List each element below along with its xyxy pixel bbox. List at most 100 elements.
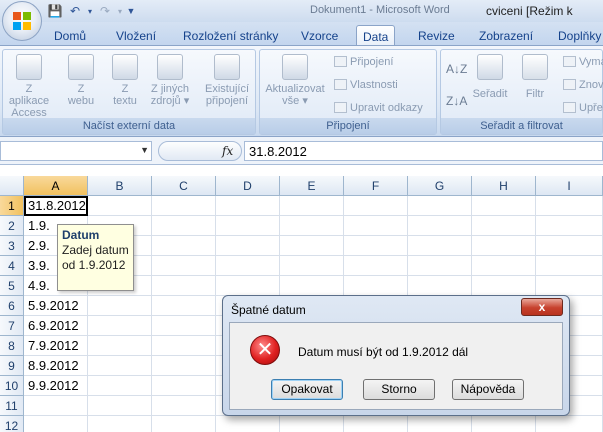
tab-addins[interactable]: Doplňky <box>552 25 603 46</box>
cell-c3[interactable] <box>152 236 216 256</box>
cell-g3[interactable] <box>408 236 472 256</box>
cell-g2[interactable] <box>408 216 472 236</box>
dialog-close-button[interactable]: x <box>521 298 563 316</box>
row-header-3[interactable]: 3 <box>0 236 24 256</box>
cell-e4[interactable] <box>280 256 344 276</box>
connections-button[interactable]: Připojení <box>334 56 393 68</box>
cell-g4[interactable] <box>408 256 472 276</box>
save-icon[interactable]: 💾 <box>46 2 64 20</box>
cell-b6[interactable] <box>88 296 152 316</box>
row-header-7[interactable]: 7 <box>0 316 24 336</box>
row-header-10[interactable]: 10 <box>0 376 24 396</box>
name-box[interactable]: ▼ <box>0 141 152 161</box>
cell-g5[interactable] <box>408 276 472 296</box>
sort-az-icon[interactable]: A↓Z <box>446 62 467 76</box>
row-header-1[interactable]: 1 <box>0 196 24 216</box>
cell-h3[interactable] <box>472 236 536 256</box>
cell-b9[interactable] <box>88 356 152 376</box>
cell-d3[interactable] <box>216 236 280 256</box>
cell-d2[interactable] <box>216 216 280 236</box>
redo-icon[interactable]: ↷ <box>96 2 114 20</box>
cell-i1[interactable] <box>536 196 603 216</box>
cell-i4[interactable] <box>536 256 603 276</box>
cell-d5[interactable] <box>216 276 280 296</box>
cell-f1[interactable] <box>344 196 408 216</box>
tab-review[interactable]: Revize <box>412 25 461 46</box>
cell-f4[interactable] <box>344 256 408 276</box>
cell-i12[interactable] <box>536 416 603 432</box>
row-header-8[interactable]: 8 <box>0 336 24 356</box>
cell-h1[interactable] <box>472 196 536 216</box>
cell-c2[interactable] <box>152 216 216 236</box>
name-box-dropdown-icon[interactable]: ▼ <box>140 145 149 155</box>
cell-e2[interactable] <box>280 216 344 236</box>
column-header-h[interactable]: H <box>472 176 536 196</box>
cell-i5[interactable] <box>536 276 603 296</box>
cell-a1[interactable]: 31.8.2012 <box>24 196 88 216</box>
row-header-5[interactable]: 5 <box>0 276 24 296</box>
cell-e1[interactable] <box>280 196 344 216</box>
from-web-button[interactable]: Z webu <box>61 54 101 107</box>
cell-f2[interactable] <box>344 216 408 236</box>
cell-d4[interactable] <box>216 256 280 276</box>
cell-h2[interactable] <box>472 216 536 236</box>
cell-g1[interactable] <box>408 196 472 216</box>
formula-input[interactable]: 31.8.2012 <box>244 141 603 161</box>
cell-c11[interactable] <box>152 396 216 416</box>
advanced-button[interactable]: Upře <box>563 102 603 114</box>
customize-qat-icon[interactable]: ▼ <box>126 2 136 20</box>
edit-links-button[interactable]: Upravit odkazy <box>334 102 423 114</box>
cell-c8[interactable] <box>152 336 216 356</box>
cell-i2[interactable] <box>536 216 603 236</box>
cell-h4[interactable] <box>472 256 536 276</box>
column-header-i[interactable]: I <box>536 176 603 196</box>
existing-connections-button[interactable]: Existující připojení <box>201 54 253 107</box>
from-access-button[interactable]: Z aplikace Access <box>5 54 53 119</box>
help-button[interactable]: Nápověda <box>452 379 524 400</box>
cell-a9[interactable]: 8.9.2012 <box>24 356 88 376</box>
cell-c9[interactable] <box>152 356 216 376</box>
cell-a11[interactable] <box>24 396 88 416</box>
from-other-sources-button[interactable]: Z jiných zdrojů ▾ <box>145 54 195 107</box>
redo-dropdown-icon[interactable]: ▾ <box>116 2 124 20</box>
column-header-a[interactable]: A <box>24 176 88 196</box>
tab-insert[interactable]: Vložení <box>110 25 162 46</box>
cell-i3[interactable] <box>536 236 603 256</box>
cell-b10[interactable] <box>88 376 152 396</box>
undo-icon[interactable]: ↶ <box>66 2 84 20</box>
cell-a7[interactable]: 6.9.2012 <box>24 316 88 336</box>
cell-h5[interactable] <box>472 276 536 296</box>
cell-e3[interactable] <box>280 236 344 256</box>
row-header-2[interactable]: 2 <box>0 216 24 236</box>
sort-za-icon[interactable]: Z↓A <box>446 94 467 108</box>
row-header-11[interactable]: 11 <box>0 396 24 416</box>
column-header-c[interactable]: C <box>152 176 216 196</box>
tab-data[interactable]: Data <box>356 25 396 46</box>
tab-view[interactable]: Zobrazení <box>473 25 539 46</box>
cell-a12[interactable] <box>24 416 88 432</box>
cell-c4[interactable] <box>152 256 216 276</box>
office-button[interactable] <box>2 1 42 41</box>
cell-d12[interactable] <box>216 416 280 432</box>
select-all-corner[interactable] <box>0 176 24 196</box>
cell-a10[interactable]: 9.9.2012 <box>24 376 88 396</box>
row-header-4[interactable]: 4 <box>0 256 24 276</box>
properties-button[interactable]: Vlastnosti <box>334 79 398 91</box>
column-header-b[interactable]: B <box>88 176 152 196</box>
undo-dropdown-icon[interactable]: ▾ <box>86 2 94 20</box>
cell-e5[interactable] <box>280 276 344 296</box>
sort-button[interactable]: Seřadit <box>471 54 509 100</box>
column-header-f[interactable]: F <box>344 176 408 196</box>
tab-home[interactable]: Domů <box>48 25 92 46</box>
cell-b8[interactable] <box>88 336 152 356</box>
cell-b1[interactable] <box>88 196 152 216</box>
column-header-g[interactable]: G <box>408 176 472 196</box>
cell-b7[interactable] <box>88 316 152 336</box>
cell-f12[interactable] <box>344 416 408 432</box>
cell-f5[interactable] <box>344 276 408 296</box>
cell-c6[interactable] <box>152 296 216 316</box>
refresh-all-button[interactable]: Aktualizovat vše ▾ <box>262 54 328 107</box>
cell-c12[interactable] <box>152 416 216 432</box>
cell-c10[interactable] <box>152 376 216 396</box>
cell-h12[interactable] <box>472 416 536 432</box>
